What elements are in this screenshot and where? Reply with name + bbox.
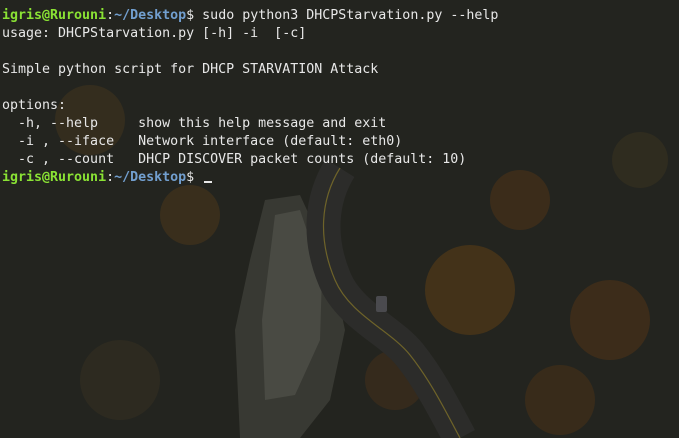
prompt-path: ~/Desktop xyxy=(114,170,187,185)
output-line: -h, --help show this help message and ex… xyxy=(2,116,387,131)
output-line: options: xyxy=(2,98,67,113)
prompt-path: ~/Desktop xyxy=(114,8,187,23)
input-text[interactable] xyxy=(194,170,202,185)
output-line: -i , --iface Network interface (default:… xyxy=(2,134,403,149)
command-line: igris@Rurouni:~/Desktop$ sudo python3 DH… xyxy=(2,7,679,25)
active-prompt-line[interactable]: igris@Rurouni:~/Desktop$ xyxy=(2,169,679,187)
prompt-user-host: igris@Rurouni xyxy=(2,8,107,23)
output-line: -c , --count DHCP DISCOVER packet counts… xyxy=(2,152,467,167)
output-line: Simple python script for DHCP STARVATION… xyxy=(2,62,379,77)
terminal-window[interactable]: igris@Rurouni:~/Desktop$ sudo python3 DH… xyxy=(0,0,679,438)
output-line: usage: DHCPStarvation.py [-h] -i [-c] xyxy=(2,26,307,41)
prompt-symbol: $ xyxy=(186,8,195,23)
terminal-output: igris@Rurouni:~/Desktop$ sudo python3 DH… xyxy=(2,7,679,187)
prompt-colon: : xyxy=(106,170,115,185)
prompt-symbol: $ xyxy=(186,170,195,185)
text-cursor xyxy=(204,181,213,183)
command-text: sudo python3 DHCPStarvation.py --help xyxy=(194,8,499,23)
prompt-colon: : xyxy=(106,8,115,23)
prompt-user-host: igris@Rurouni xyxy=(2,170,107,185)
